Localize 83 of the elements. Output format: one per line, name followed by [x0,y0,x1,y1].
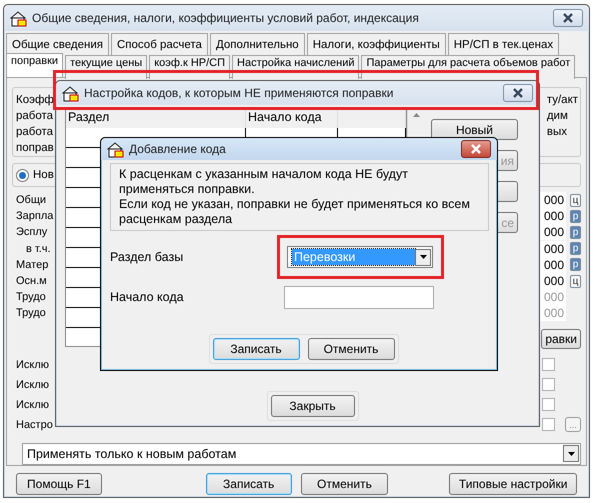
tab[interactable]: Способ расчета [111,33,208,55]
house-icon [107,140,124,158]
column-header: Раздел [66,108,246,128]
checkbox[interactable] [542,398,555,411]
row-label: Трудо [16,290,46,306]
close-icon [470,144,482,154]
field-label: Начало кода [110,289,184,305]
unit-button[interactable]: ц [570,194,581,207]
dropdown-button[interactable] [415,248,431,266]
group-text: дим [546,109,568,124]
dialog-button[interactable]: Записать [212,338,300,360]
corrections-button[interactable]: равки [541,328,581,348]
caret-icon [420,255,426,259]
value-text: 000 [544,306,564,320]
value-text: 000 [544,193,564,208]
close-dialog-button[interactable]: Закрыть [270,395,354,417]
column-header: Начало кода [246,108,338,128]
code-input[interactable] [284,286,434,308]
dropdown-value: Перевозки [292,249,415,265]
row-label: Зарпла [16,209,54,224]
tab[interactable]: НР/СП в тек.ценах [448,33,560,55]
group-text: ту/акт [546,93,578,108]
tab[interactable]: Налоги, коэффициенты [306,33,446,55]
option-label: Исклю [16,398,50,412]
window-title: Настройка кодов, к которым НЕ применяются поправки [84,86,394,100]
unit-button[interactable]: р [570,258,581,272]
window-title: Общие сведения, налоги, коэффициенты условий работ, индексация [32,11,420,25]
close-button[interactable] [503,84,533,102]
group-text: работа [16,109,54,124]
group-text: Коэфф [16,93,54,108]
dropdown-value: Применять только к новым работам [27,446,236,462]
unit-button[interactable]: ц [570,274,581,288]
message-text: Если код не указан, поправки не будет применяться ко всем [119,197,471,212]
dialog-button[interactable]: Записать [206,472,292,494]
apply-mode-dropdown[interactable]: Применять только к новым работам [22,442,581,464]
field-label: Раздел базы [110,249,184,265]
row-label: Матер [16,258,48,273]
radio-button[interactable] [16,168,29,182]
side-button[interactable]: Новый [431,119,518,140]
dialog-button[interactable]: Помощь F1 [16,472,102,494]
checkbox[interactable] [542,378,555,391]
scroll-up-icon [412,113,420,117]
close-button[interactable] [461,140,491,158]
close-icon [562,13,574,23]
house-icon [62,84,79,102]
value-text: 000 [544,258,564,272]
dialog-button[interactable]: Типовые настройки [449,472,577,494]
row-label: Осн.м [16,274,47,290]
option-label: Исклю [16,378,50,392]
group-text: поправ [16,141,54,156]
dialog-button[interactable]: Отменить [308,338,394,360]
row-label: Общи [16,193,46,208]
checkbox[interactable] [542,358,555,371]
radio-label: Нов [33,168,54,183]
group-text: работа [16,125,54,140]
tab[interactable]: Дополнительно [210,33,305,55]
row-label: Эсплу [16,225,48,240]
row-label: Трудо [16,306,46,322]
message-text: применяться поправки. [119,182,256,197]
window-title: Добавление кода [129,142,227,156]
unit-button[interactable]: р [570,226,581,239]
close-button[interactable] [553,9,583,27]
unit-button[interactable]: р [570,242,581,256]
row-label: в т.ч. [26,242,51,257]
caret-icon [568,452,574,456]
close-icon [512,88,524,98]
value-text: 000 [544,209,564,224]
value-text: 000 [544,242,564,256]
option-label: Настро [16,418,53,432]
tab[interactable]: Общие сведения [6,33,109,55]
tab[interactable]: поправки [6,53,64,77]
checkbox[interactable] [542,418,555,431]
message-text: расценкам раздела [119,212,234,227]
house-icon [10,10,27,26]
dialog-button[interactable]: Отменить [300,472,388,494]
dropdown-button[interactable] [563,445,579,462]
value-text: 000 [544,274,564,288]
value-text: 000 [544,225,564,240]
group-text: вых [546,125,567,140]
value-text: 000 [544,290,564,304]
option-label: Исклю [16,358,50,372]
message-text: К расценкам с указанным началом кода НЕ будут [119,167,409,182]
unit-button[interactable]: р [570,210,581,223]
